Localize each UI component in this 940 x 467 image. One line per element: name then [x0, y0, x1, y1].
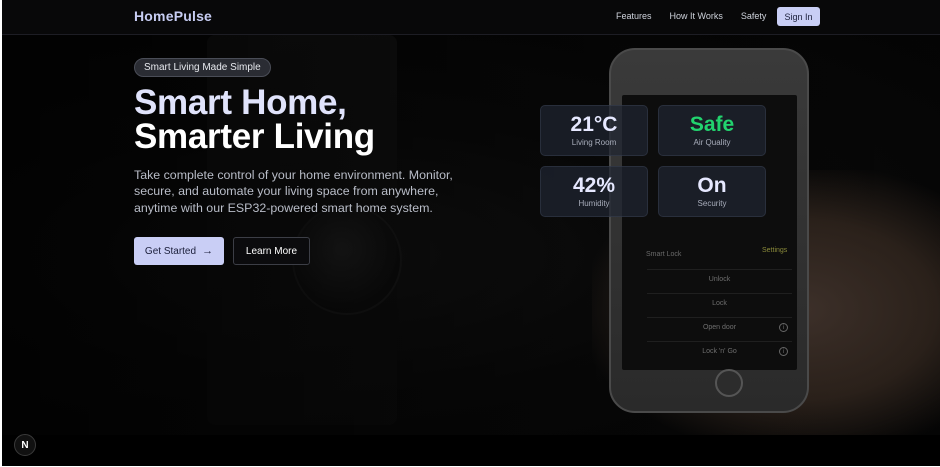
- nav-link-features[interactable]: Features: [616, 11, 652, 21]
- brand-logo[interactable]: HomePulse: [134, 8, 212, 24]
- info-icon: i: [779, 323, 788, 332]
- info-icon: i: [779, 347, 788, 356]
- stat-card-temperature: 21°C Living Room: [540, 105, 648, 156]
- stat-value: Safe: [689, 113, 735, 136]
- sign-in-label: Sign In: [784, 11, 813, 22]
- stat-value: 21°C: [570, 113, 618, 136]
- phone-row-unlock: Unlock: [647, 269, 792, 289]
- get-started-label: Get Started: [144, 245, 197, 257]
- app-frame: Smart Lock Settings Unlock Lock Open doo…: [2, 0, 940, 466]
- headline-line-2: Smarter Living: [134, 117, 375, 156]
- hero-badge: Smart Living Made Simple: [134, 58, 271, 77]
- bottom-strip: [2, 435, 940, 466]
- learn-more-label: Learn More: [245, 245, 298, 257]
- headline-line-1: Smart Home,: [134, 83, 347, 122]
- stat-card-humidity: 42% Humidity: [540, 166, 648, 217]
- phone-row-open-door: Open door i: [647, 317, 792, 337]
- navbar: HomePulse Features How It Works Safety S…: [2, 0, 940, 35]
- stat-label: Security: [697, 199, 727, 208]
- arrow-right-icon: →: [202, 245, 214, 257]
- stat-card-air-quality: Safe Air Quality: [658, 105, 766, 156]
- phone-home-button-image: [715, 369, 743, 397]
- nextjs-dev-badge[interactable]: N: [14, 434, 36, 456]
- hero-subtext: Take complete control of your home envir…: [134, 168, 453, 215]
- stat-value: On: [697, 174, 727, 197]
- hero-headline: Smart Home, Smarter Living: [134, 83, 375, 156]
- phone-screen-title: Smart Lock: [646, 251, 682, 258]
- nav-links: Features How It Works Safety: [616, 11, 766, 21]
- phone-row-lock: Lock: [647, 293, 792, 313]
- stat-label: Air Quality: [693, 138, 731, 147]
- stat-card-security: On Security: [658, 166, 766, 217]
- nav-link-how-it-works[interactable]: How It Works: [670, 11, 723, 21]
- get-started-button[interactable]: Get Started →: [134, 237, 224, 265]
- stat-value: 42%: [572, 174, 616, 197]
- nav-link-safety[interactable]: Safety: [741, 11, 767, 21]
- stat-label: Humidity: [578, 199, 610, 208]
- phone-screen-settings: Settings: [762, 247, 788, 254]
- phone-row-lock-n-go: Lock 'n' Go i: [647, 341, 792, 361]
- sign-in-button[interactable]: Sign In: [777, 7, 820, 26]
- learn-more-button[interactable]: Learn More: [233, 237, 310, 265]
- stat-label: Living Room: [571, 138, 617, 147]
